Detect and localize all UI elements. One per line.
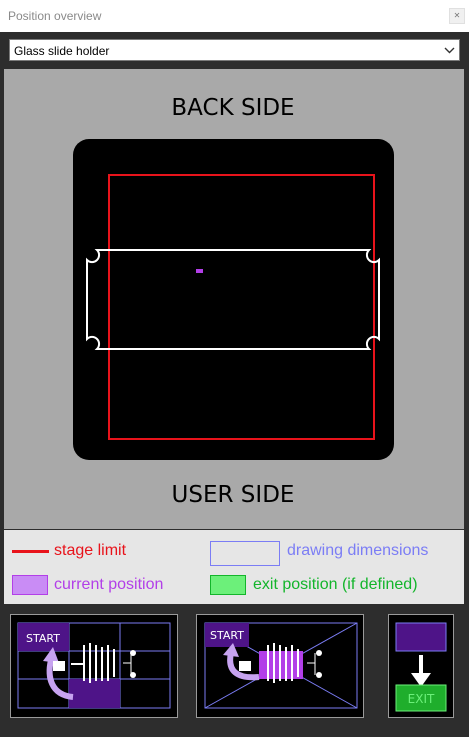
exit-label: EXIT <box>408 692 435 706</box>
chevron-down-icon[interactable] <box>441 41 458 59</box>
stage-area: BACK SIDE USER SIDE <box>4 69 464 529</box>
drawing-dimensions-swatch <box>210 541 280 566</box>
thumb2-start-label: START <box>210 629 244 642</box>
thumb1-start-label: START <box>26 632 60 645</box>
legend: stage limit drawing dimensions current p… <box>4 530 464 604</box>
start-mode-diagonal-thumbnail[interactable]: START <box>196 614 364 718</box>
user-side-label: USER SIDE <box>172 482 295 508</box>
exit-mode-thumbnail[interactable]: EXIT <box>388 614 454 718</box>
exit-position-swatch <box>210 575 246 595</box>
holder-select-value: Glass slide holder <box>14 44 110 58</box>
current-position-marker <box>196 269 203 273</box>
specimen-drawing <box>71 643 115 683</box>
holder-body <box>73 139 394 460</box>
title-bar: Position overview ✕ <box>0 0 469 32</box>
current-position-swatch <box>12 575 48 595</box>
holder-select[interactable]: Glass slide holder <box>9 39 460 61</box>
start-mode-grid-thumbnail[interactable]: START <box>10 614 178 718</box>
close-icon[interactable]: ✕ <box>449 8 465 24</box>
stage-limit-label: stage limit <box>54 542 127 559</box>
exit-position-label: exit position (if defined) <box>253 576 418 593</box>
back-side-label: BACK SIDE <box>171 95 294 121</box>
stage-limit-swatch <box>12 550 49 553</box>
window-title: Position overview <box>8 9 102 23</box>
drawing-dimensions-label: drawing dimensions <box>287 542 429 559</box>
current-position-label: current position <box>54 576 164 593</box>
